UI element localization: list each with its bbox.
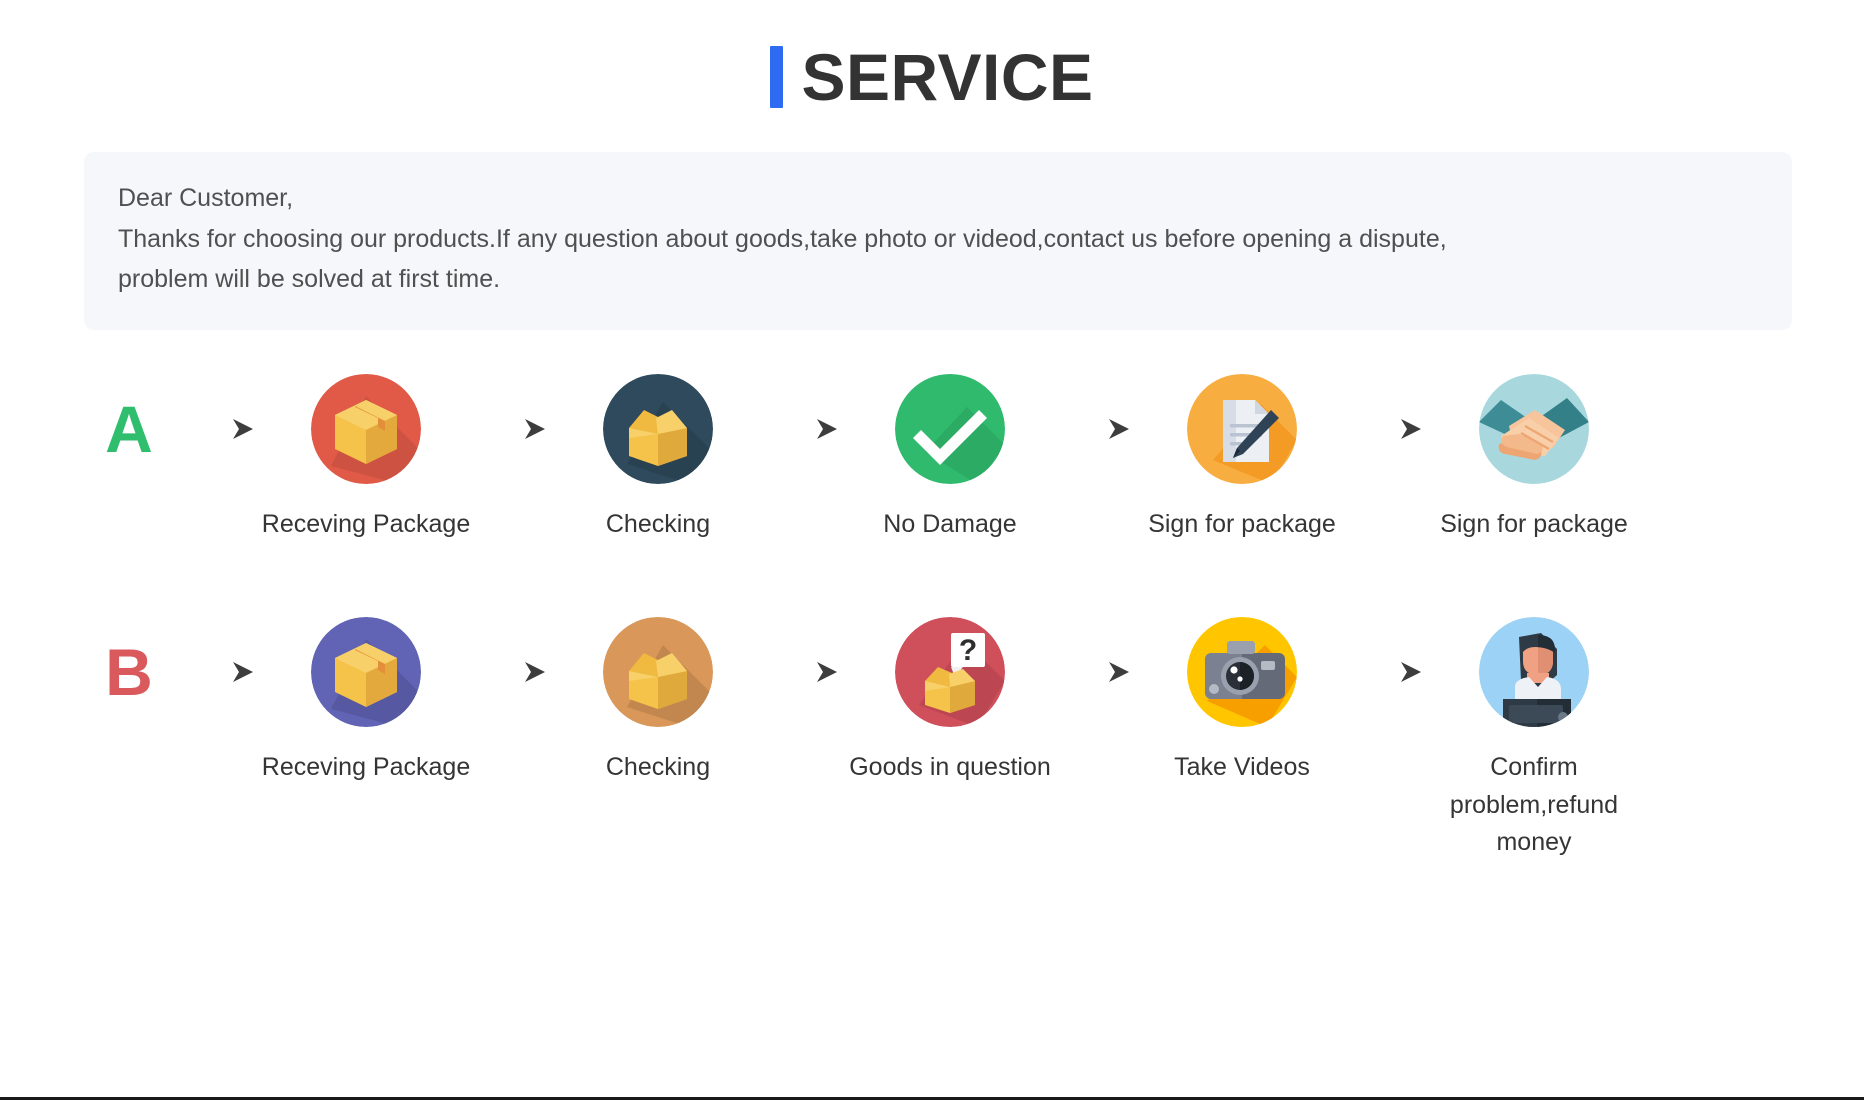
step-label: Receving Package — [261, 509, 471, 538]
arrow-right-icon — [172, 374, 268, 484]
service-page: SERVICE Dear Customer, Thanks for choosi… — [0, 0, 1864, 1100]
flow-row-b: B Receving Package Checking ? Goods in q… — [0, 617, 1864, 862]
camera-icon — [1187, 617, 1297, 727]
support-person-icon — [1479, 617, 1589, 727]
step-a-2: Checking — [560, 373, 756, 544]
arrow-right-icon — [1048, 374, 1144, 484]
question-box-icon: ? — [895, 617, 1005, 727]
arrow-right-icon — [1048, 617, 1144, 727]
arrow-right-icon — [172, 617, 268, 727]
flow-label-b: B — [105, 635, 153, 709]
arrow-right-icon — [756, 374, 852, 484]
step-a-5: Sign for package — [1436, 373, 1632, 544]
title-accent-bar — [770, 46, 784, 108]
arrow-right-icon — [1340, 374, 1436, 484]
step-label: Confirm problem,refund money — [1449, 753, 1619, 856]
step-a-4: Sign for package — [1144, 373, 1340, 544]
package-box-icon — [311, 373, 421, 484]
step-label: Take Videos — [1174, 753, 1310, 781]
step-a-3: No Damage — [852, 373, 1048, 544]
notice-line-2: Thanks for choosing our products.If any … — [118, 224, 1447, 253]
step-b-2: Checking — [560, 617, 756, 787]
arrow-right-icon — [756, 617, 852, 727]
step-b-5: Confirm problem,refund money — [1436, 617, 1632, 862]
handshake-icon — [1479, 373, 1589, 484]
package-box-icon — [311, 617, 421, 727]
customer-notice: Dear Customer, Thanks for choosing our p… — [84, 152, 1792, 330]
page-title-text: SERVICE — [801, 40, 1094, 114]
step-label: Goods in question — [849, 753, 1051, 781]
arrow-right-icon — [464, 374, 560, 484]
step-label: Checking — [605, 753, 711, 781]
arrow-right-icon — [464, 617, 560, 727]
step-b-4: Take Videos — [1144, 617, 1340, 787]
svg-text:?: ? — [959, 634, 977, 667]
notice-line-1: Dear Customer, — [118, 184, 294, 212]
step-a-1: Receving Package — [262, 373, 470, 544]
step-b-3: ? Goods in question — [849, 617, 1051, 787]
step-label: No Damage — [883, 509, 1017, 538]
step-label: Sign for package — [1440, 509, 1628, 538]
open-box-icon — [603, 617, 713, 727]
notice-line-3: problem will be solved at first time. — [118, 265, 501, 293]
page-title: SERVICE — [0, 0, 1864, 110]
arrow-right-icon — [1340, 617, 1436, 727]
flow-label-a: A — [105, 391, 153, 466]
step-label: Receving Package — [261, 753, 471, 781]
open-box-icon — [603, 373, 713, 484]
step-b-1: Receving Package — [262, 617, 470, 787]
step-label: Sign for package — [1148, 509, 1336, 538]
sign-document-icon — [1187, 373, 1297, 484]
check-mark-icon — [895, 373, 1005, 484]
flow-row-a: A Receving Package Checking No Damage Si… — [0, 373, 1864, 544]
step-label: Checking — [605, 509, 711, 538]
